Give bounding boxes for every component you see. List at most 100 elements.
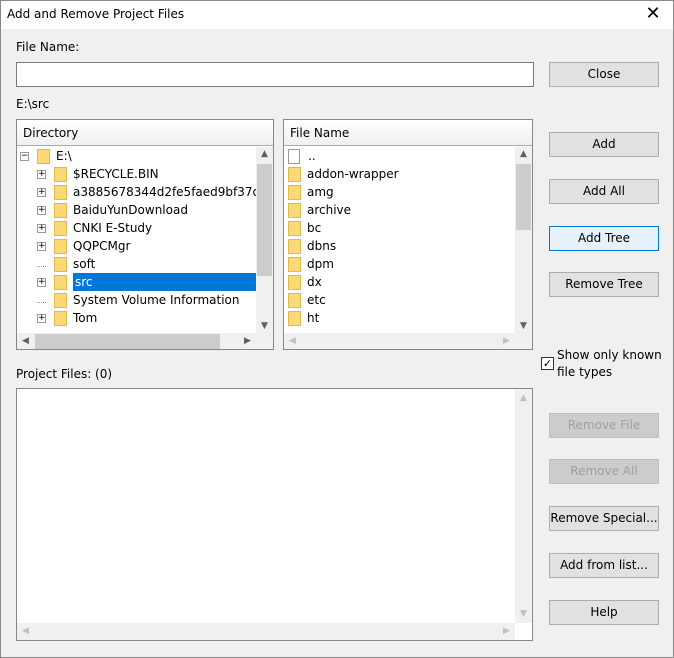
directory-item[interactable]: + $RECYCLE.BIN: [37, 165, 159, 183]
scroll-up-icon[interactable]: ▲: [256, 149, 273, 159]
remove-tree-button[interactable]: Remove Tree: [549, 272, 659, 297]
file-item[interactable]: dpm: [288, 255, 334, 273]
title-bar: Add and Remove Project Files ✕: [1, 1, 673, 29]
file-item-label: ..: [308, 149, 316, 163]
project-hscrollbar[interactable]: ◀ ▶: [17, 623, 515, 640]
show-known-checkbox[interactable]: ✓: [541, 357, 554, 370]
folder-icon: [54, 221, 67, 236]
scroll-down-icon[interactable]: ▼: [515, 321, 532, 331]
file-item[interactable]: etc: [288, 291, 326, 309]
directory-item[interactable]: + CNKI E-Study: [37, 219, 152, 237]
add-from-list-button[interactable]: Add from list...: [549, 553, 659, 578]
expand-icon[interactable]: +: [37, 206, 46, 215]
scroll-right-icon[interactable]: ▶: [239, 336, 256, 346]
directory-item-label: a3885678344d2fe5faed9bf37d9c: [73, 185, 274, 199]
expand-icon[interactable]: +: [37, 170, 46, 179]
scroll-up-icon[interactable]: ▲: [515, 149, 532, 159]
scroll-left-icon[interactable]: ◀: [17, 626, 34, 636]
add-tree-button[interactable]: Add Tree: [549, 226, 659, 251]
directory-item[interactable]: System Volume Information: [37, 291, 239, 309]
file-name-input[interactable]: [16, 62, 534, 87]
directory-item-label: BaiduYunDownload: [73, 203, 188, 217]
directory-item[interactable]: − E:\: [20, 147, 72, 165]
directory-item[interactable]: + Tom: [37, 309, 97, 327]
file-item-label: amg: [307, 185, 334, 199]
file-item[interactable]: bc: [288, 219, 321, 237]
folder-icon: [288, 275, 301, 290]
close-button[interactable]: Close: [549, 62, 659, 87]
directory-item-label: CNKI E-Study: [73, 221, 153, 235]
file-item[interactable]: ..: [288, 147, 316, 165]
file-item-label: dpm: [307, 257, 334, 271]
file-item[interactable]: dbns: [288, 237, 336, 255]
directory-item[interactable]: + src: [37, 273, 263, 291]
scroll-right-icon[interactable]: ▶: [498, 336, 515, 346]
directory-item-label: System Volume Information: [73, 293, 240, 307]
directory-vscrollbar[interactable]: ▲ ▼: [256, 147, 273, 333]
folder-icon: [54, 239, 67, 254]
file-name-label: File Name:: [16, 40, 80, 54]
scroll-thumb[interactable]: [257, 164, 272, 276]
file-item[interactable]: addon-wrapper: [288, 165, 399, 183]
directory-item-label: soft: [73, 257, 96, 271]
add-button[interactable]: Add: [549, 132, 659, 157]
dialog-window: Add and Remove Project Files ✕ File Name…: [0, 0, 674, 658]
expand-icon[interactable]: +: [37, 242, 46, 251]
file-icon: [288, 149, 300, 164]
file-name-header[interactable]: File Name: [284, 120, 532, 146]
directory-item-label: QQPCMgr: [73, 239, 131, 253]
directory-header[interactable]: Directory: [17, 120, 273, 146]
folder-icon: [54, 257, 67, 272]
directory-item[interactable]: + a3885678344d2fe5faed9bf37d9c: [37, 183, 274, 201]
directory-tree[interactable]: Directory − E:\ + $RECYCLE.BIN + a3885678344d…: [16, 119, 274, 350]
folder-icon: [288, 311, 301, 326]
show-known-label-2: file types: [557, 365, 613, 379]
folder-icon: [54, 203, 67, 218]
file-item[interactable]: archive: [288, 201, 351, 219]
file-item[interactable]: amg: [288, 183, 334, 201]
scroll-right-icon[interactable]: ▶: [498, 626, 515, 636]
window-title: Add and Remove Project Files: [7, 7, 185, 21]
expand-icon[interactable]: +: [37, 314, 46, 323]
remove-all-button[interactable]: Remove All: [549, 459, 659, 484]
folder-icon: [54, 167, 67, 182]
close-icon[interactable]: ✕: [639, 3, 667, 24]
file-item-label: ht: [307, 311, 320, 325]
project-vscrollbar[interactable]: ▲ ▼: [515, 389, 532, 623]
help-button[interactable]: Help: [549, 600, 659, 625]
scroll-thumb[interactable]: [35, 334, 220, 349]
folder-icon: [288, 221, 301, 236]
folder-icon: [288, 257, 301, 272]
expand-icon[interactable]: +: [37, 278, 46, 287]
file-item[interactable]: dx: [288, 273, 322, 291]
scroll-left-icon[interactable]: ◀: [17, 336, 34, 346]
folder-icon: [288, 185, 301, 200]
file-hscrollbar[interactable]: ◀ ▶: [284, 333, 532, 349]
directory-item[interactable]: soft: [37, 255, 95, 273]
file-item-label: etc: [307, 293, 326, 307]
scroll-left-icon[interactable]: ◀: [284, 336, 301, 346]
project-files-list[interactable]: ▲ ▼ ◀ ▶: [16, 388, 533, 641]
directory-item[interactable]: + BaiduYunDownload: [37, 201, 188, 219]
tree-line: [37, 262, 46, 267]
collapse-icon[interactable]: −: [20, 152, 29, 161]
add-all-button[interactable]: Add All: [549, 179, 659, 204]
scroll-up-icon[interactable]: ▲: [515, 393, 532, 403]
file-list[interactable]: File Name .. addon-wrapper amg archive bc dbn…: [283, 119, 533, 350]
remove-file-button[interactable]: Remove File: [549, 413, 659, 438]
expand-icon[interactable]: +: [37, 188, 46, 197]
scroll-thumb[interactable]: [516, 164, 531, 230]
folder-icon: [288, 167, 301, 182]
folder-icon: [37, 149, 50, 164]
remove-special-button[interactable]: Remove Special...: [549, 506, 659, 531]
directory-item[interactable]: + QQPCMgr: [37, 237, 130, 255]
file-vscrollbar[interactable]: ▲ ▼: [515, 147, 532, 333]
directory-item-label: E:\: [56, 149, 72, 163]
scroll-down-icon[interactable]: ▼: [256, 321, 273, 331]
scroll-down-icon[interactable]: ▼: [515, 609, 532, 619]
tree-line: [37, 298, 46, 303]
folder-icon: [54, 185, 67, 200]
file-item[interactable]: ht: [288, 309, 319, 327]
directory-hscrollbar[interactable]: ◀ ▶: [17, 333, 273, 349]
expand-icon[interactable]: +: [37, 224, 46, 233]
